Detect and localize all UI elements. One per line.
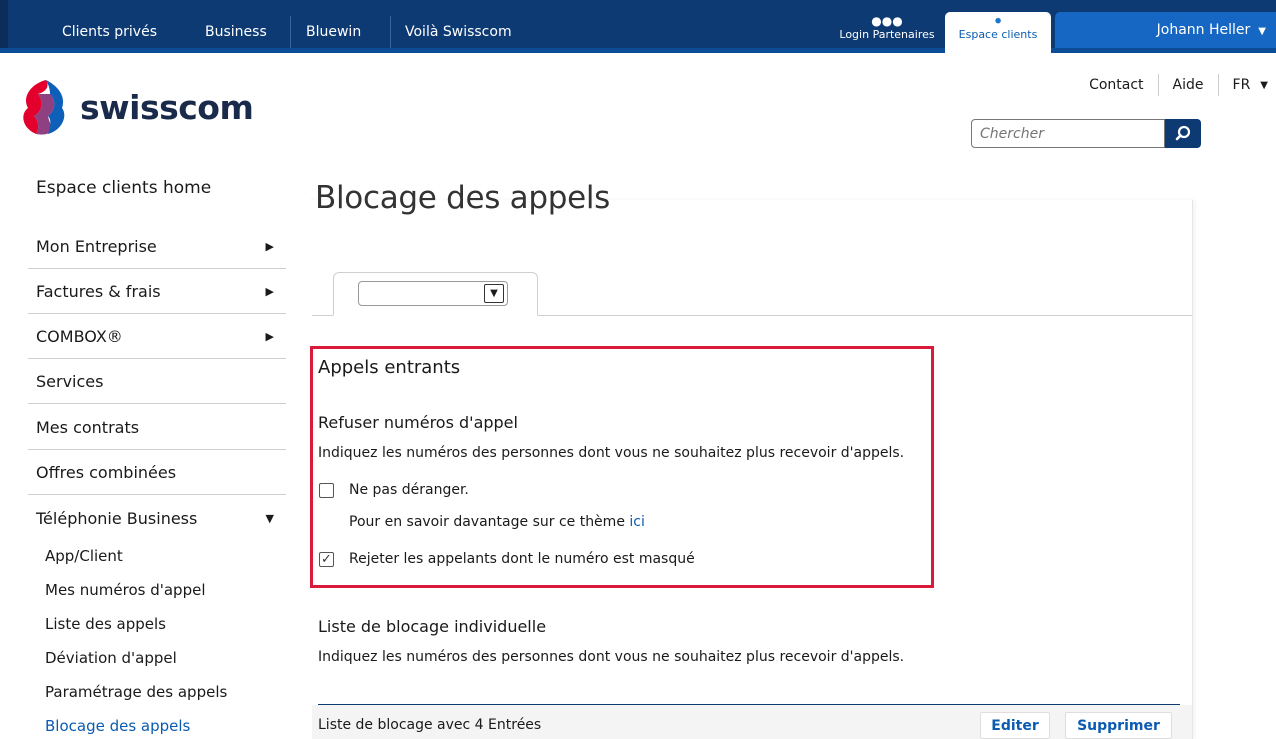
- liste-blocage-description: Indiquez les numéros des personnes dont …: [318, 649, 905, 665]
- refuser-description: Indiquez les numéros des personnes dont …: [318, 445, 905, 461]
- utility-divider: [1157, 74, 1159, 96]
- sidebar-subitem-deviation[interactable]: Déviation d'appel: [45, 649, 177, 667]
- nav-divider: [290, 16, 291, 48]
- search-button[interactable]: [1165, 119, 1201, 148]
- sidebar-item-label: Offres combinées: [36, 463, 177, 482]
- swisscom-logo[interactable]: swisscom: [16, 76, 254, 138]
- edit-button[interactable]: Editer: [980, 712, 1050, 739]
- language-selector[interactable]: FR: [1233, 77, 1251, 93]
- login-partenaires-link[interactable]: ●●● Login Partenaires: [834, 14, 940, 41]
- chevron-down-icon[interactable]: ▼: [1260, 80, 1268, 91]
- subheading-refuser: Refuser numéros d'appel: [318, 413, 518, 432]
- chevron-down-icon: ▼: [1258, 26, 1266, 37]
- blocklist-summary: Liste de blocage avec 4 Entrées: [318, 717, 542, 733]
- utility-links: Contact Aide FR ▼: [1089, 74, 1268, 96]
- nav-clients-prives[interactable]: Clients privés: [62, 0, 157, 48]
- search-input[interactable]: [971, 119, 1165, 148]
- sidebar-subitem-parametrage[interactable]: Paramétrage des appels: [45, 683, 227, 701]
- logo-wordmark: swisscom: [80, 87, 254, 127]
- key-icon: ⚫: [992, 14, 1004, 28]
- chevron-right-icon: ▶: [265, 285, 274, 298]
- number-tab[interactable]: ▼: [333, 272, 538, 316]
- partners-icon: ●●●: [871, 14, 903, 28]
- sidebar-item-telephonie-business[interactable]: Téléphonie Business ▼: [28, 496, 286, 541]
- user-menu[interactable]: Johann Heller ▼: [1055, 12, 1276, 48]
- login-partenaires-label: Login Partenaires: [839, 28, 935, 41]
- nav-voila-swisscom[interactable]: Voilà Swisscom: [405, 0, 512, 48]
- nav-label: Bluewin: [306, 24, 362, 40]
- sidebar-item-label: Mon Entreprise: [36, 237, 157, 256]
- nav-strip: [0, 48, 1276, 53]
- espace-clients-label: Espace clients: [958, 28, 1038, 41]
- sidebar-item-label: Mes contrats: [36, 418, 140, 437]
- nav-divider: [390, 16, 391, 48]
- checkmark-icon: ✓: [321, 552, 332, 567]
- number-select[interactable]: ▼: [358, 281, 508, 306]
- search-icon: [1175, 125, 1191, 141]
- sidebar-item-factures[interactable]: Factures & frais ▶: [28, 269, 286, 314]
- chevron-down-icon: ▼: [265, 512, 274, 525]
- reject-hidden-label: Rejeter les appelants dont le numéro est…: [349, 551, 695, 567]
- sidebar-subitem-blocage-active[interactable]: Blocage des appels: [45, 717, 190, 735]
- sidebar-subitem-mes-numeros[interactable]: Mes numéros d'appel: [45, 581, 205, 599]
- utility-divider: [1217, 74, 1219, 96]
- nav-label: Voilà Swisscom: [405, 24, 512, 40]
- user-name: Johann Heller: [1156, 22, 1251, 38]
- sidebar-item-label: Téléphonie Business: [36, 509, 198, 528]
- chevron-down-icon[interactable]: ▼: [484, 284, 504, 303]
- sidebar-item-combox[interactable]: COMBOX® ▶: [28, 314, 286, 359]
- sidebar-item-label: Services: [36, 372, 104, 391]
- nav-label: Clients privés: [62, 24, 157, 40]
- sidebar-item-mes-contrats[interactable]: Mes contrats: [28, 405, 286, 450]
- nav-bluewin[interactable]: Bluewin: [306, 0, 361, 48]
- nav-edge: [0, 0, 8, 53]
- sidebar-home-link[interactable]: Espace clients home: [36, 178, 211, 198]
- page-title: Blocage des appels: [315, 180, 611, 216]
- more-info-link[interactable]: ici: [629, 514, 644, 530]
- espace-clients-tab[interactable]: ⚫ Espace clients: [945, 12, 1051, 53]
- dnd-checkbox[interactable]: [319, 483, 334, 498]
- logo-mark-icon: [16, 76, 72, 138]
- search-box: [971, 119, 1201, 148]
- nav-business[interactable]: Business: [205, 0, 267, 48]
- section-heading-appels-entrants: Appels entrants: [318, 357, 461, 378]
- sidebar-item-offres-combinees[interactable]: Offres combinées: [28, 450, 286, 495]
- sidebar-subitem-app-client[interactable]: App/Client: [45, 547, 123, 565]
- more-info-text: Pour en savoir davantage sur ce thème ic…: [349, 514, 645, 530]
- delete-button[interactable]: Supprimer: [1065, 712, 1172, 739]
- nav-label: Business: [205, 24, 267, 40]
- sidebar-item-mon-entreprise[interactable]: Mon Entreprise ▶: [28, 224, 286, 269]
- sidebar-subitem-liste-appels[interactable]: Liste des appels: [45, 615, 166, 633]
- reject-hidden-checkbox[interactable]: ✓: [319, 552, 334, 567]
- aide-link[interactable]: Aide: [1173, 77, 1204, 93]
- sidebar-item-label: COMBOX®: [36, 327, 123, 346]
- chevron-right-icon: ▶: [265, 330, 274, 343]
- sidebar-item-label: Factures & frais: [36, 282, 161, 301]
- more-info-label: Pour en savoir davantage sur ce thème: [349, 514, 625, 530]
- top-navigation-bar: Clients privés Business Bluewin Voilà Sw…: [0, 0, 1276, 53]
- chevron-right-icon: ▶: [265, 240, 274, 253]
- sidebar-item-services[interactable]: Services: [28, 359, 286, 404]
- subheading-liste-blocage: Liste de blocage individuelle: [318, 617, 547, 636]
- contact-link[interactable]: Contact: [1089, 77, 1143, 93]
- dnd-label: Ne pas déranger.: [349, 482, 469, 498]
